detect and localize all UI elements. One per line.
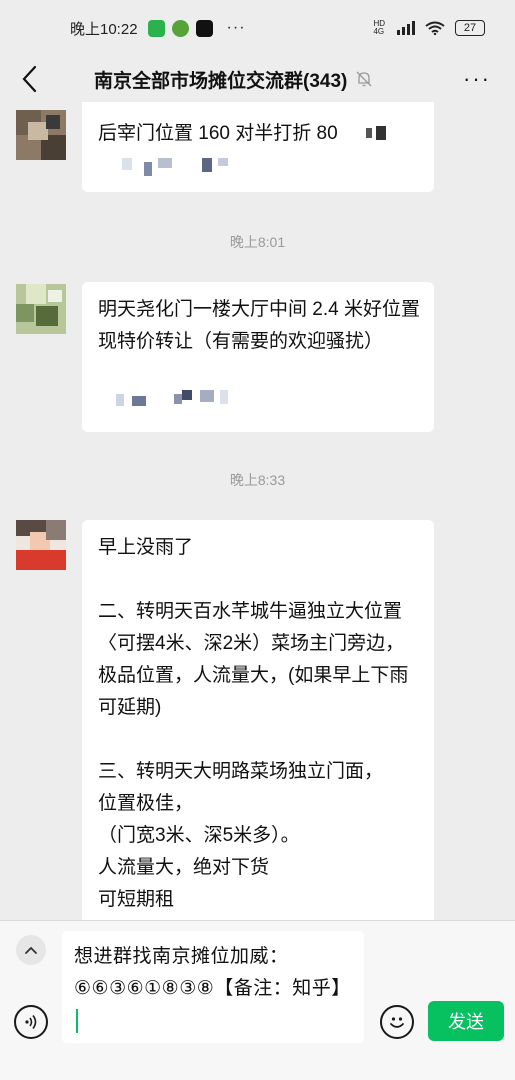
message-timestamp: 晚上8:01 — [229, 234, 286, 250]
battery-icon: 27 — [455, 20, 485, 36]
network-label: 4G — [373, 27, 385, 36]
message-paragraph: 二、转明天百水芊城牛逼独立大位置〈可摆4米、深2米）菜场主门旁边，极品位置，人流… — [98, 601, 409, 718]
back-arrow-icon — [22, 65, 37, 93]
signal-icon: HD 4G — [373, 20, 387, 36]
wechat-icon — [147, 19, 165, 37]
battery-level: 27 — [463, 22, 477, 34]
avatar-image — [16, 284, 66, 334]
status-time: 晚上10:22 — [70, 20, 138, 38]
voice-icon — [25, 1015, 37, 1029]
voice-input-button[interactable] — [14, 1005, 48, 1039]
chevron-up-icon — [25, 946, 37, 954]
more-options-button[interactable]: ··· — [463, 66, 491, 92]
chat-header: 南京全部市场摊位交流群(343) ··· — [0, 56, 515, 102]
wifi-icon — [425, 21, 445, 35]
avatar-image — [16, 520, 66, 570]
avatar[interactable] — [16, 520, 66, 570]
message-input[interactable]: 想进群找南京摊位加威：⑥⑥③⑥①⑧③⑧【备注：知乎】 — [62, 931, 364, 1043]
message-bubble[interactable]: 明天尧化门一楼大厅中间 2.4 米好位置现特价转让（有需要的欢迎骚扰） — [82, 282, 434, 432]
tiktok-icon — [195, 19, 213, 37]
text-caret — [76, 1008, 78, 1033]
smiley-icon — [390, 1017, 404, 1028]
message-bubble[interactable]: 早上没雨了 二、转明天百水芊城牛逼独立大位置〈可摆4米、深2米）菜场主门旁边，极… — [82, 520, 434, 920]
signal-bars-icon — [397, 21, 415, 35]
message-timestamp: 晚上8:33 — [229, 472, 286, 488]
avatar[interactable] — [16, 284, 66, 334]
message-paragraph: 早上没雨了 — [98, 537, 194, 558]
notification-icons — [147, 19, 213, 37]
message-text: 明天尧化门一楼大厅中间 2.4 米好位置现特价转让（有需要的欢迎骚扰） — [98, 299, 420, 352]
message-text: 后宰门位置 160 对半打折 80 — [98, 123, 338, 144]
send-button[interactable]: 发送 — [428, 1001, 504, 1041]
message-list[interactable]: 后宰门位置 160 对半打折 80 晚上8:01 明天尧化门一楼大厅中间 2.4… — [0, 102, 515, 920]
back-button[interactable] — [0, 56, 58, 102]
status-bar: 晚上10:22 ··· HD 4G 27 — [0, 0, 515, 56]
message-input-value: 想进群找南京摊位加威：⑥⑥③⑥①⑧③⑧【备注：知乎】 — [74, 946, 351, 999]
input-bar: 想进群找南京摊位加威：⑥⑥③⑥①⑧③⑧【备注：知乎】 发送 — [0, 920, 515, 1080]
emoji-button[interactable] — [380, 1005, 414, 1039]
mute-bell-icon — [356, 71, 372, 87]
more-notifications-icon: ··· — [226, 19, 246, 36]
avatar[interactable] — [16, 110, 66, 160]
message-paragraph: 三、转明天大明路菜场独立门面， 位置极佳， （门宽3米、深5米多）。 人流量大，… — [98, 761, 384, 910]
chat-title: 南京全部市场摊位交流群(343) — [94, 70, 348, 92]
expand-button[interactable] — [16, 935, 46, 965]
avatar-image — [16, 110, 66, 160]
app-notification-icon — [171, 19, 189, 37]
message-bubble[interactable]: 后宰门位置 160 对半打折 80 — [82, 102, 434, 192]
